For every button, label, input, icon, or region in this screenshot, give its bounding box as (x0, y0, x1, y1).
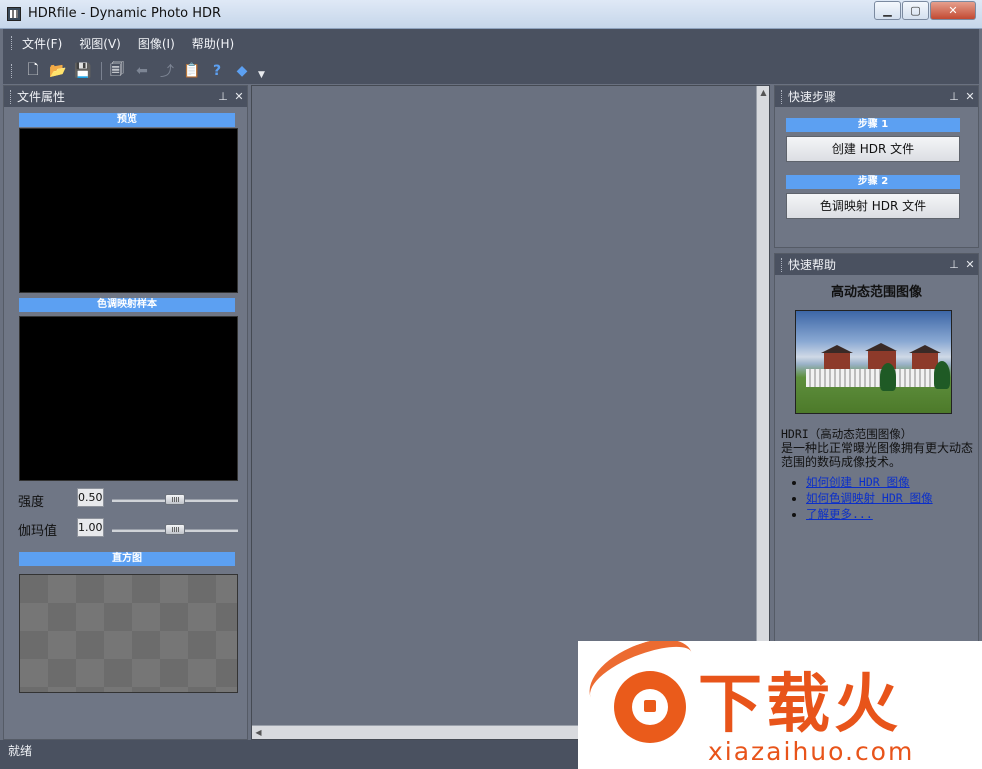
save-icon[interactable]: 💾 (72, 61, 94, 81)
help-link-item: 了解更多... (806, 506, 974, 522)
toolbar-separator (101, 61, 102, 80)
watermark-logo: 下载火 xiazaihuo.com (578, 641, 982, 769)
help-description-line2: 是一种比正常曝光图像拥有更大动态范围的数码成像技术。 (781, 441, 974, 469)
scroll-left-icon[interactable]: ◀ (252, 726, 265, 739)
help-heading: 高动态范围图像 (830, 285, 922, 300)
gamma-value-field[interactable]: 1.00 (77, 518, 104, 537)
panel-header: 快速帮助 ⊥ ✕ (775, 254, 978, 275)
menu-bar: 文件(F) 视图(V) 图像(I) 帮助(H) (3, 29, 979, 57)
title-bar: HDRfile - Dynamic Photo HDR ▁ ▢ ✕ (0, 0, 982, 29)
tree-shape (880, 363, 896, 391)
tree-shape (934, 361, 950, 389)
close-icon[interactable]: ✕ (962, 90, 978, 103)
export-icon[interactable]: ⤴ (156, 61, 178, 81)
help-link-item: 如何创建 HDR 图像 (806, 474, 974, 490)
preview-label: 预览 (19, 113, 235, 127)
pin-icon[interactable]: ⊥ (946, 258, 962, 271)
file-properties-panel: 文件属性 ⊥ ✕ 预览 色调映射样本 强度 0.50 伽玛值 1.00 直方图 (3, 85, 248, 740)
open-folder-icon[interactable]: 📂 (47, 61, 69, 81)
hdr-sample-image (795, 310, 952, 414)
panel-grip-icon[interactable] (10, 89, 13, 104)
tonemap-hdr-button[interactable]: 色调映射 HDR 文件 (786, 193, 960, 219)
minimize-button[interactable]: ▁ (874, 1, 901, 20)
panel-title: 快速帮助 (788, 258, 837, 272)
histogram-label: 直方图 (19, 552, 235, 566)
close-icon[interactable]: ✕ (231, 90, 247, 103)
new-file-icon[interactable]: 🗋 (22, 61, 44, 81)
app-icon (7, 7, 21, 21)
maximize-button[interactable]: ▢ (902, 1, 929, 20)
toolbar-overflow-icon[interactable]: ▼ (258, 70, 265, 80)
quick-steps-panel: 快速步骤 ⊥ ✕ 步骤 1 创建 HDR 文件 步骤 2 色调映射 HDR 文件 (774, 85, 979, 248)
close-icon[interactable]: ✕ (962, 258, 978, 271)
help-description: HDRI（高动态范围图像） 是一种比正常曝光图像拥有更大动态范围的数码成像技术。 (781, 427, 974, 469)
fence-shape (806, 369, 942, 387)
save-all-icon[interactable]: 🗐 (106, 61, 128, 81)
panel-title: 快速步骤 (788, 90, 837, 104)
menu-file[interactable]: 文件(F) (22, 35, 62, 52)
preview-area (19, 128, 238, 293)
strength-value-field[interactable]: 0.50 (77, 488, 104, 507)
help-links-list: 如何创建 HDR 图像 如何色调映射 HDR 图像 了解更多... (789, 474, 974, 522)
window-title: HDRfile - Dynamic Photo HDR (28, 6, 222, 21)
toolbar: 🗋 📂 💾 🗐 ⬅ ⤴ 📋 ? ◆ ▼ (3, 57, 979, 84)
how-to-tonemap-hdr-link[interactable]: 如何色调映射 HDR 图像 (806, 491, 933, 505)
paste-icon[interactable]: 📋 (181, 61, 203, 81)
step1-label: 步骤 1 (786, 118, 960, 132)
help-description-line1: HDRI（高动态范围图像） (781, 427, 913, 441)
menu-view[interactable]: 视图(V) (79, 35, 121, 52)
menu-image[interactable]: 图像(I) (138, 35, 175, 52)
step2-label: 步骤 2 (786, 175, 960, 189)
panel-header: 快速步骤 ⊥ ✕ (775, 86, 978, 107)
about-icon[interactable]: ◆ (231, 61, 253, 81)
watermark-title: 下载火 (698, 668, 902, 742)
pin-icon[interactable]: ⊥ (215, 90, 231, 103)
panel-grip-icon[interactable] (781, 257, 784, 272)
panel-grip-icon[interactable] (781, 89, 784, 104)
gamma-label: 伽玛值 (18, 524, 58, 539)
window-controls: ▁ ▢ ✕ (874, 1, 976, 20)
panel-title: 文件属性 (17, 90, 66, 104)
help-icon[interactable]: ? (206, 61, 228, 81)
vertical-scrollbar[interactable]: ▲ (756, 86, 769, 726)
tonemap-sample-label: 色调映射样本 (19, 298, 235, 312)
histogram-area (19, 574, 238, 693)
strength-label: 强度 (18, 495, 45, 510)
close-button[interactable]: ✕ (930, 1, 976, 20)
learn-more-link[interactable]: 了解更多... (806, 507, 873, 521)
menu-grip-icon[interactable] (11, 36, 14, 50)
back-arrow-icon[interactable]: ⬅ (131, 61, 153, 81)
how-to-create-hdr-link[interactable]: 如何创建 HDR 图像 (806, 475, 910, 489)
pin-icon[interactable]: ⊥ (946, 90, 962, 103)
help-link-item: 如何色调映射 HDR 图像 (806, 490, 974, 506)
toolbar-grip-icon[interactable] (11, 63, 14, 78)
tonemap-sample-area (19, 316, 238, 481)
create-hdr-button[interactable]: 创建 HDR 文件 (786, 136, 960, 162)
status-text: 就绪 (8, 744, 33, 758)
menu-help[interactable]: 帮助(H) (192, 35, 234, 52)
strength-slider-thumb[interactable] (165, 494, 185, 505)
gamma-slider-thumb[interactable] (165, 524, 185, 535)
scroll-up-icon[interactable]: ▲ (757, 86, 770, 99)
watermark-url: xiazaihuo.com (708, 737, 915, 766)
download-icon (614, 671, 686, 743)
panel-header: 文件属性 ⊥ ✕ (4, 86, 247, 107)
